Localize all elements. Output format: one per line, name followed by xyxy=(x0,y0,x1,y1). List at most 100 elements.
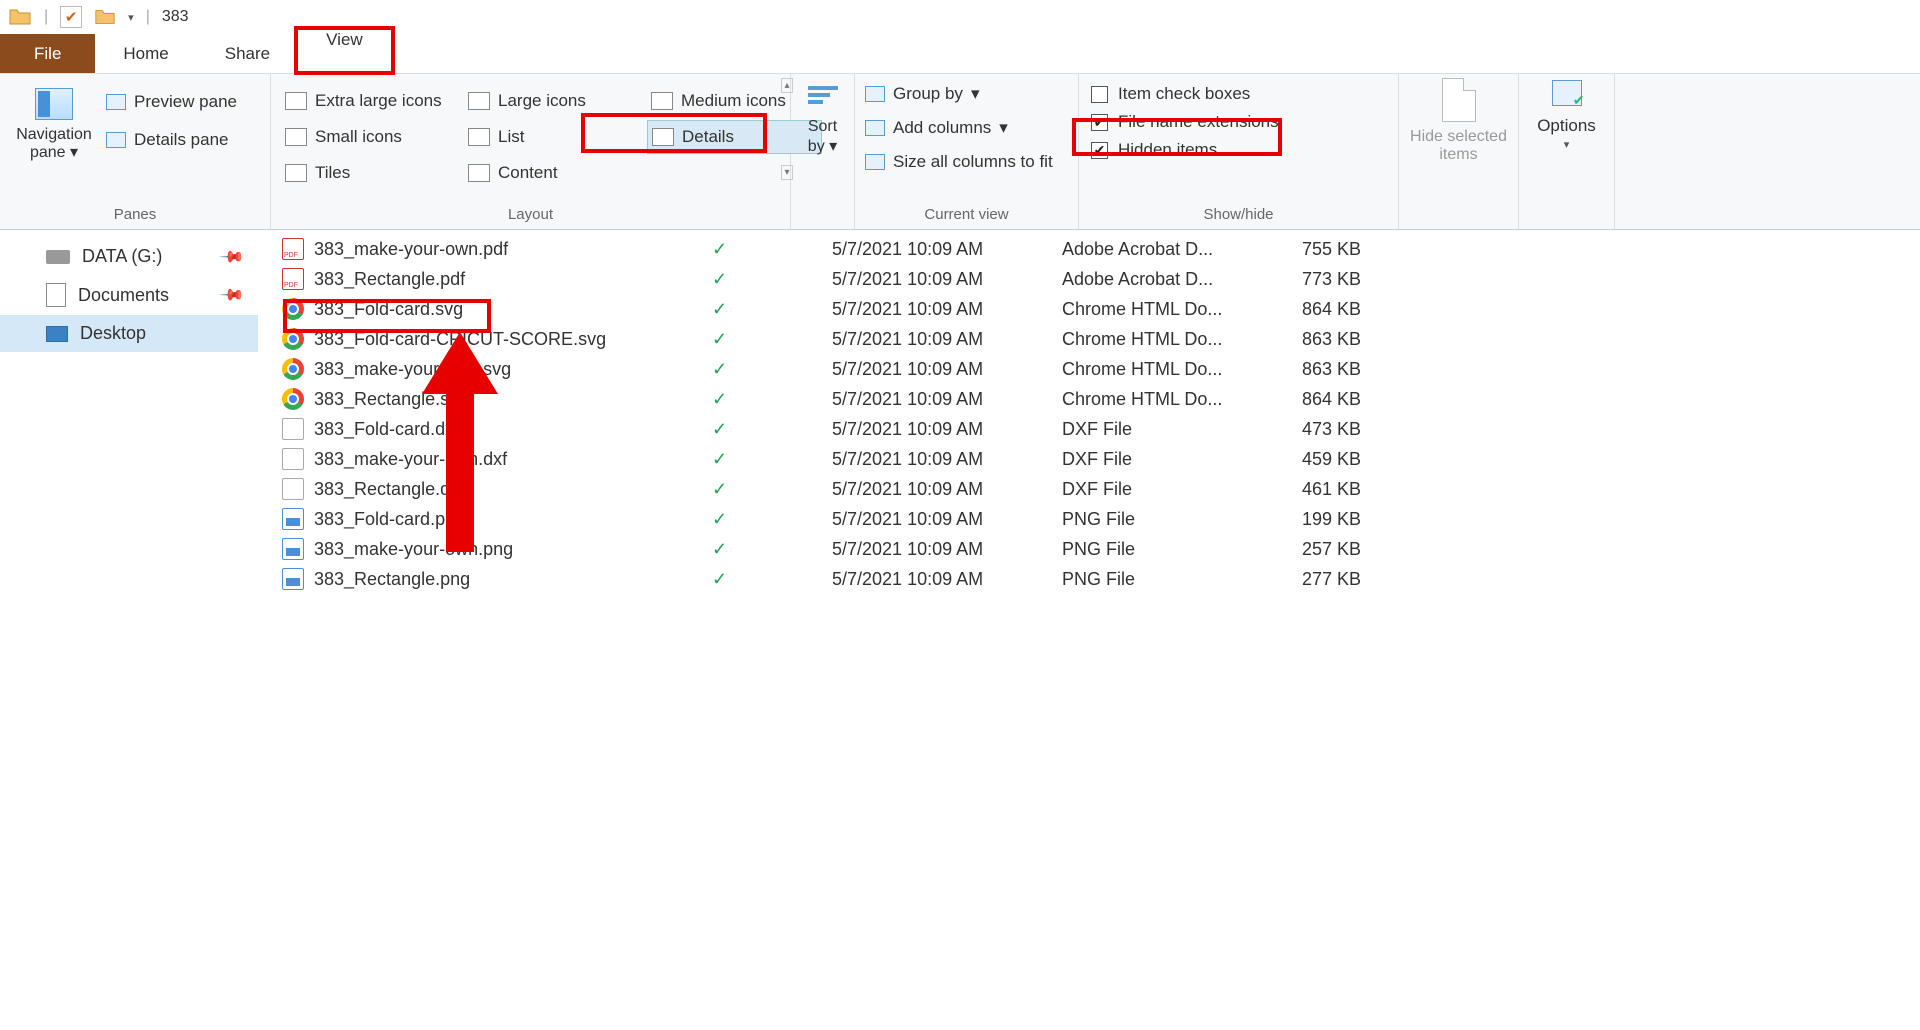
file-type: DXF File xyxy=(1062,479,1302,500)
file-row[interactable]: 383_make-your-own.dxf✓5/7/2021 10:09 AMD… xyxy=(258,444,1920,474)
file-row[interactable]: 383_make-your-own.svg✓5/7/2021 10:09 AMC… xyxy=(258,354,1920,384)
layout-content[interactable]: Content xyxy=(464,156,639,190)
layout-icon xyxy=(285,128,307,146)
file-type-icon xyxy=(282,448,304,470)
tab-view[interactable]: View xyxy=(298,30,391,50)
file-date: 5/7/2021 10:09 AM xyxy=(832,239,1062,260)
file-size: 863 KB xyxy=(1302,359,1402,380)
sidebar-item-data-g-[interactable]: DATA (G:) 📌 xyxy=(0,238,258,275)
file-name-extensions-toggle[interactable]: ✔File name extensions xyxy=(1089,108,1388,136)
layout-small-icons[interactable]: Small icons xyxy=(281,120,456,154)
file-name: 383_make-your-own.svg xyxy=(314,359,511,380)
file-type: PNG File xyxy=(1062,539,1302,560)
layout-label: List xyxy=(498,127,524,147)
status-available-icon: ✓ xyxy=(712,239,727,259)
file-row[interactable]: 383_Rectangle.pdf✓5/7/2021 10:09 AMAdobe… xyxy=(258,264,1920,294)
navigation-pane-button[interactable]: Navigation pane ▾ xyxy=(10,80,98,161)
layout-icon xyxy=(468,128,490,146)
hidden-items-label: Hidden items xyxy=(1118,140,1217,160)
preview-pane-button[interactable]: Preview pane xyxy=(106,92,237,112)
file-type-icon xyxy=(282,388,304,410)
file-type: Chrome HTML Do... xyxy=(1062,359,1302,380)
size-columns-button[interactable]: Size all columns to fit xyxy=(865,152,1068,172)
tab-home[interactable]: Home xyxy=(95,34,196,73)
file-size: 277 KB xyxy=(1302,569,1402,590)
file-name: 383_Rectangle.dxf xyxy=(314,479,464,500)
layout-extra-large-icons[interactable]: Extra large icons xyxy=(281,84,456,118)
group-label-layout: Layout xyxy=(281,202,780,229)
sidebar-item-desktop[interactable]: Desktop xyxy=(0,315,258,352)
annotation-highlight-view-tab: View xyxy=(294,26,395,75)
file-name: 383_Fold-card.dxf xyxy=(314,419,459,440)
file-type: PNG File xyxy=(1062,509,1302,530)
sidebar-item-label: DATA (G:) xyxy=(82,246,162,267)
file-name: 383_Fold-card-CRICUT-SCORE.svg xyxy=(314,329,606,350)
file-row[interactable]: 383_Fold-card.dxf✓5/7/2021 10:09 AMDXF F… xyxy=(258,414,1920,444)
file-row[interactable]: 383_make-your-own.png✓5/7/2021 10:09 AMP… xyxy=(258,534,1920,564)
checkbox-icon: ✔ xyxy=(1091,114,1108,131)
qa-save-icon[interactable]: ✔ xyxy=(60,6,82,28)
group-by-button[interactable]: Group by ▾ xyxy=(865,84,1068,104)
file-type: Chrome HTML Do... xyxy=(1062,329,1302,350)
navigation-sidebar: DATA (G:)📌Documents📌Desktop xyxy=(0,230,258,1030)
item-check-boxes-toggle[interactable]: Item check boxes xyxy=(1089,80,1388,108)
layout-icon xyxy=(652,128,674,146)
size-columns-label: Size all columns to fit xyxy=(893,152,1053,172)
qa-dropdown-icon[interactable]: ▾ xyxy=(128,11,134,24)
hidden-items-toggle[interactable]: ✔ Hidden items xyxy=(1089,136,1388,164)
layout-icon xyxy=(285,92,307,110)
status-available-icon: ✓ xyxy=(712,419,727,439)
file-type-icon xyxy=(282,508,304,530)
layout-icon xyxy=(468,92,490,110)
add-columns-label: Add columns xyxy=(893,118,991,138)
layout-large-icons[interactable]: Large icons xyxy=(464,84,639,118)
file-row[interactable]: 383_Rectangle.dxf✓5/7/2021 10:09 AMDXF F… xyxy=(258,474,1920,504)
layout-label: Tiles xyxy=(315,163,350,183)
layout-label: Details xyxy=(682,127,734,147)
file-size: 755 KB xyxy=(1302,239,1402,260)
ribbon-group-layout: Extra large icons Large icons Medium ico… xyxy=(271,74,791,229)
file-type: PNG File xyxy=(1062,569,1302,590)
file-name: 383_Rectangle.pdf xyxy=(314,269,465,290)
group-by-icon xyxy=(865,86,885,102)
file-type-icon xyxy=(282,568,304,590)
file-type-icon xyxy=(282,358,304,380)
status-available-icon: ✓ xyxy=(712,299,727,319)
file-row[interactable]: 383_Rectangle.png✓5/7/2021 10:09 AMPNG F… xyxy=(258,564,1920,594)
file-date: 5/7/2021 10:09 AM xyxy=(832,509,1062,530)
pin-icon: 📌 xyxy=(218,281,246,309)
details-pane-button[interactable]: Details pane xyxy=(106,130,237,150)
options-button[interactable]: Options ▾ . xyxy=(1519,74,1615,229)
hide-selected-label: Hide selected items xyxy=(1409,128,1508,163)
layout-list[interactable]: List xyxy=(464,120,639,154)
file-name: 383_make-your-own.dxf xyxy=(314,449,507,470)
sidebar-item-documents[interactable]: Documents📌 xyxy=(0,275,258,315)
qa-folder-icon[interactable] xyxy=(94,6,116,28)
status-available-icon: ✓ xyxy=(712,539,727,559)
file-type: Chrome HTML Do... xyxy=(1062,299,1302,320)
checkbox-icon: ✔ xyxy=(1091,142,1108,159)
pin-icon: 📌 xyxy=(218,242,246,270)
file-type-icon xyxy=(282,418,304,440)
file-date: 5/7/2021 10:09 AM xyxy=(832,299,1062,320)
layout-icon xyxy=(285,164,307,182)
file-row[interactable]: 383_Fold-card.png✓5/7/2021 10:09 AMPNG F… xyxy=(258,504,1920,534)
add-columns-button[interactable]: Add columns ▾ xyxy=(865,118,1068,138)
ribbon: Navigation pane ▾ Preview pane Details p… xyxy=(0,74,1920,230)
layout-tiles[interactable]: Tiles xyxy=(281,156,456,190)
file-size: 199 KB xyxy=(1302,509,1402,530)
sort-by-button[interactable]: Sort by ▾ . xyxy=(791,74,855,229)
file-type-icon xyxy=(282,268,304,290)
item-check-boxes-label: Item check boxes xyxy=(1118,84,1250,104)
file-date: 5/7/2021 10:09 AM xyxy=(832,269,1062,290)
tab-share[interactable]: Share xyxy=(197,34,298,73)
file-size: 864 KB xyxy=(1302,389,1402,410)
file-row[interactable]: 383_Fold-card-CRICUT-SCORE.svg✓5/7/2021 … xyxy=(258,324,1920,354)
file-date: 5/7/2021 10:09 AM xyxy=(832,389,1062,410)
file-list-panel[interactable]: 383_make-your-own.pdf✓5/7/2021 10:09 AMA… xyxy=(258,230,1920,1030)
file-row[interactable]: 383_Fold-card.svg✓5/7/2021 10:09 AMChrom… xyxy=(258,294,1920,324)
file-row[interactable]: 383_make-your-own.pdf✓5/7/2021 10:09 AMA… xyxy=(258,234,1920,264)
file-row[interactable]: 383_Rectangle.svg✓5/7/2021 10:09 AMChrom… xyxy=(258,384,1920,414)
file-type: Adobe Acrobat D... xyxy=(1062,239,1302,260)
tab-file[interactable]: File xyxy=(0,34,95,73)
